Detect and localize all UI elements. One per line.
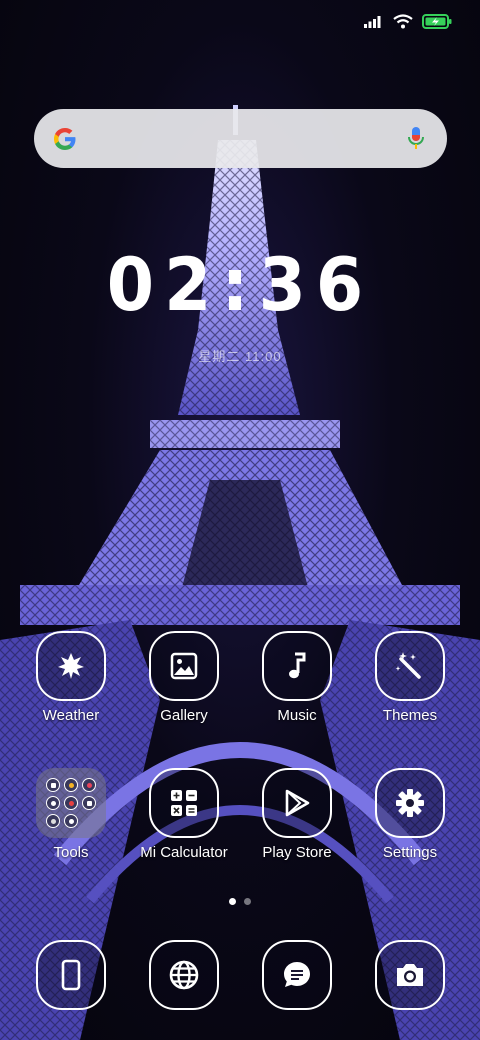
google-search-bar[interactable] — [34, 109, 447, 168]
app-play-store[interactable]: Play Store — [237, 768, 357, 862]
page-dot-active[interactable] — [229, 898, 236, 905]
browser-icon — [169, 960, 199, 990]
page-indicator — [0, 898, 480, 905]
app-music[interactable]: Music — [237, 631, 357, 725]
phone-icon — [61, 959, 81, 991]
signal-icon — [364, 16, 381, 28]
app-label: Mi Calculator — [140, 844, 228, 861]
app-themes[interactable]: Themes — [350, 631, 470, 725]
app-label: Music — [277, 707, 317, 724]
camera-icon — [397, 964, 423, 986]
wifi-icon — [393, 13, 413, 28]
themes-icon — [395, 652, 421, 679]
app-label: Weather — [42, 707, 100, 724]
app-label: Themes — [382, 707, 438, 724]
mic-icon[interactable] — [407, 126, 425, 152]
clock-date: 星期二 11:00 — [198, 349, 282, 364]
settings-icon — [396, 789, 424, 817]
gallery-icon — [170, 652, 198, 680]
app-gallery[interactable]: Gallery — [124, 631, 244, 725]
app-label: Gallery — [160, 707, 208, 724]
messages-icon — [284, 962, 310, 987]
app-label: Settings — [382, 844, 438, 861]
app-settings[interactable]: Settings — [350, 768, 470, 862]
app-weather[interactable]: Weather — [11, 631, 131, 725]
dock-camera[interactable] — [350, 940, 470, 1010]
calculator-icon — [171, 790, 197, 816]
dock-messages[interactable] — [237, 940, 357, 1010]
status-bar — [364, 10, 452, 32]
folder-icon — [36, 768, 106, 838]
folder-tools[interactable]: Tools — [11, 768, 131, 862]
clock-time[interactable]: 02:36 — [0, 244, 480, 327]
google-logo — [54, 127, 76, 150]
page-dot[interactable] — [244, 898, 251, 905]
dock-browser[interactable] — [124, 940, 244, 1010]
dock-phone[interactable] — [11, 940, 131, 1010]
music-icon — [289, 652, 306, 679]
app-mi-calculator[interactable]: Mi Calculator — [124, 768, 244, 862]
weather-icon — [58, 653, 84, 679]
app-label: Tools — [53, 844, 89, 861]
app-label: Play Store — [262, 844, 332, 861]
battery-charging-icon — [422, 13, 452, 29]
play-store-icon — [285, 789, 310, 817]
